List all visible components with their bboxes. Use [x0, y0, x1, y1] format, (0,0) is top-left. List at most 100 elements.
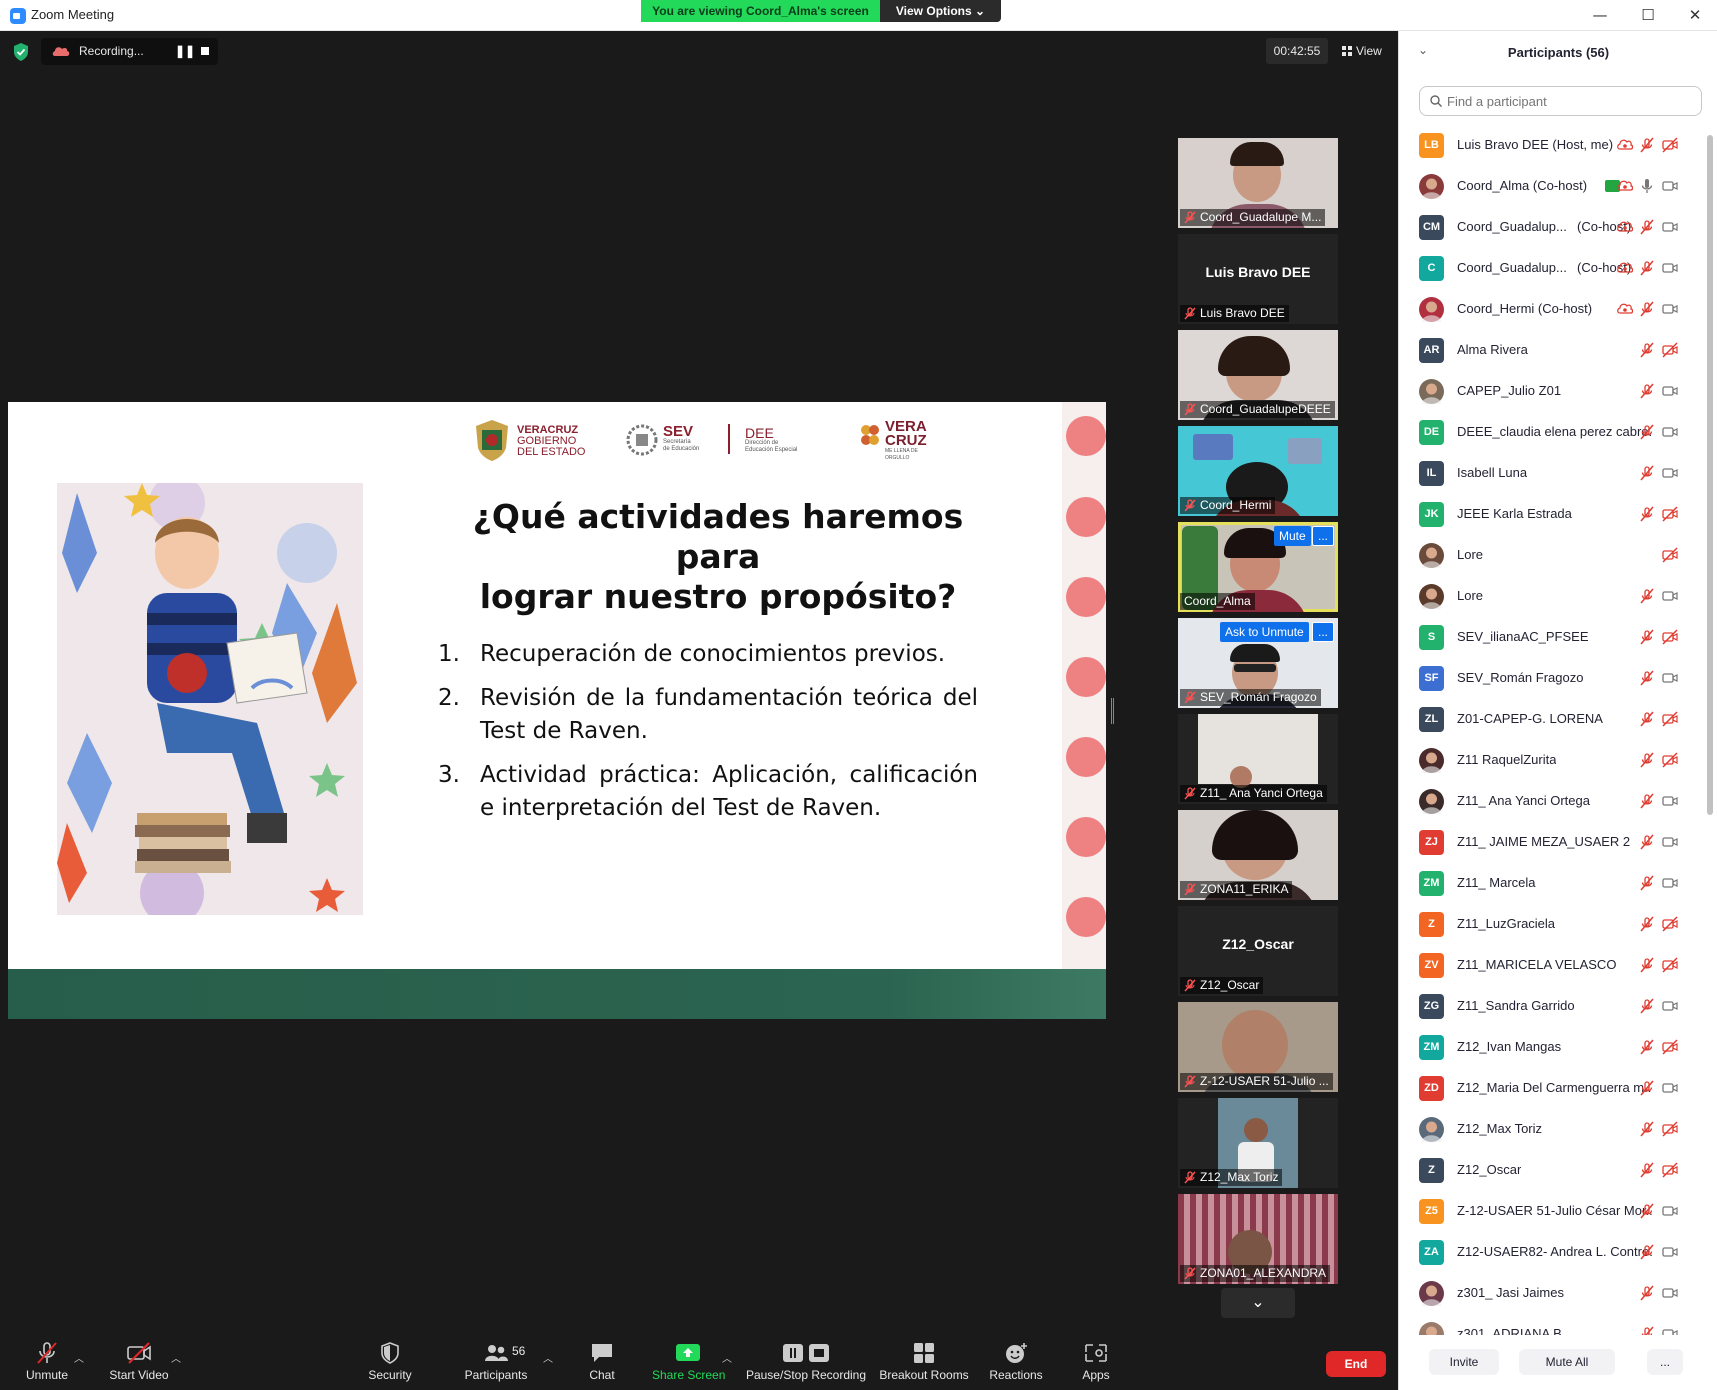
participant-row[interactable]: ZD Z12_Maria Del Carmenguerra m...	[1399, 1068, 1704, 1109]
video-icon[interactable]	[1662, 424, 1678, 440]
tile-more-button[interactable]: ...	[1312, 526, 1334, 546]
video-tile[interactable]: Z12_Oscar Z12_Oscar	[1178, 906, 1338, 996]
video-tile[interactable]: Z-12-USAER 51-Julio ...	[1178, 1002, 1338, 1092]
participant-row[interactable]: C Coord_Guadalup... (Co-host)	[1399, 248, 1704, 289]
muted-mic-icon[interactable]	[1639, 1080, 1655, 1096]
muted-mic-icon[interactable]	[1639, 1162, 1655, 1178]
invite-button[interactable]: Invite	[1429, 1349, 1499, 1375]
participants-options-caret[interactable]: ︿	[543, 1350, 553, 1365]
video-icon[interactable]	[1662, 793, 1678, 809]
participant-row[interactable]: ZA Z12-USAER82- Andrea L. Contre...	[1399, 1232, 1704, 1273]
participant-row[interactable]: S SEV_ilianaAC_PFSEE	[1399, 617, 1704, 658]
minimize-button[interactable]: —	[1580, 3, 1620, 27]
video-icon[interactable]	[1662, 1326, 1678, 1335]
video-off-icon[interactable]	[1662, 137, 1678, 153]
muted-mic-icon[interactable]	[1639, 957, 1655, 973]
participant-row[interactable]: ZV Z11_MARICELA VELASCO	[1399, 945, 1704, 986]
video-tile[interactable]: ZONA11_ERIKA	[1178, 810, 1338, 900]
participant-row[interactable]: CM Coord_Guadalup... (Co-host)	[1399, 207, 1704, 248]
video-icon[interactable]	[1662, 260, 1678, 276]
video-off-icon[interactable]	[1662, 957, 1678, 973]
maximize-button[interactable]: ☐	[1628, 3, 1668, 27]
apps-button[interactable]: Apps	[1074, 1330, 1118, 1390]
view-button[interactable]: View	[1334, 38, 1394, 64]
video-icon[interactable]	[1662, 875, 1678, 891]
participant-row[interactable]: ZL Z01-CAPEP-G. LORENA	[1399, 699, 1704, 740]
participant-row[interactable]: Coord_Hermi (Co-host)	[1399, 289, 1704, 330]
video-tile[interactable]: ZONA01_ALEXANDRA	[1178, 1194, 1338, 1284]
muted-mic-icon[interactable]	[1639, 629, 1655, 645]
unmute-button[interactable]: Unmute	[16, 1330, 78, 1390]
muted-mic-icon[interactable]	[1639, 1285, 1655, 1301]
search-input[interactable]	[1447, 91, 1697, 111]
participant-row[interactable]: ZM Z11_ Marcela	[1399, 863, 1704, 904]
share-screen-button[interactable]: Share Screen	[652, 1330, 725, 1390]
reactions-button[interactable]: Reactions	[986, 1330, 1046, 1390]
shield-icon[interactable]	[12, 42, 30, 62]
muted-mic-icon[interactable]	[1639, 219, 1655, 235]
muted-mic-icon[interactable]	[1639, 1203, 1655, 1219]
video-icon[interactable]	[1662, 670, 1678, 686]
close-window-button[interactable]: ✕	[1675, 3, 1715, 27]
muted-mic-icon[interactable]	[1639, 711, 1655, 727]
participant-row[interactable]: ZM Z12_Ivan Mangas	[1399, 1027, 1704, 1068]
participant-row[interactable]: Coord_Alma (Co-host)	[1399, 166, 1704, 207]
participant-row[interactable]: Lore	[1399, 576, 1704, 617]
participant-row[interactable]: JK JEEE Karla Estrada	[1399, 494, 1704, 535]
breakout-rooms-button[interactable]: Breakout Rooms	[878, 1330, 970, 1390]
muted-mic-icon[interactable]	[1639, 670, 1655, 686]
participant-row[interactable]: Z Z11_LuzGraciela	[1399, 904, 1704, 945]
muted-mic-icon[interactable]	[1639, 793, 1655, 809]
video-off-icon[interactable]	[1662, 1039, 1678, 1055]
muted-mic-icon[interactable]	[1639, 506, 1655, 522]
view-options-button[interactable]: View Options ⌄	[880, 0, 1001, 22]
participant-row[interactable]: ZJ Z11_ JAIME MEZA_USAER 2	[1399, 822, 1704, 863]
video-icon[interactable]	[1662, 219, 1678, 235]
video-tile[interactable]: Coord_Guadalupe M...	[1178, 138, 1338, 228]
video-icon[interactable]	[1662, 1080, 1678, 1096]
participant-row[interactable]: CAPEP_Julio Z01	[1399, 371, 1704, 412]
pause-recording-icon[interactable]: ❚❚	[175, 44, 195, 58]
muted-mic-icon[interactable]	[1639, 998, 1655, 1014]
participants-button[interactable]: Participants 56	[460, 1330, 532, 1390]
end-meeting-button[interactable]: End	[1326, 1351, 1386, 1377]
muted-mic-icon[interactable]	[1639, 1244, 1655, 1260]
muted-mic-icon[interactable]	[1639, 588, 1655, 604]
muted-mic-icon[interactable]	[1639, 834, 1655, 850]
video-off-icon[interactable]	[1662, 1162, 1678, 1178]
panel-more-button[interactable]: ...	[1647, 1349, 1683, 1375]
participant-row[interactable]: Z Z12_Oscar	[1399, 1150, 1704, 1191]
participant-row[interactable]: Z11 RaquelZurita	[1399, 740, 1704, 781]
video-off-icon[interactable]	[1662, 342, 1678, 358]
pause-stop-recording-button[interactable]: Pause/Stop Recording	[742, 1330, 870, 1390]
mic-icon[interactable]	[1639, 178, 1655, 194]
muted-mic-icon[interactable]	[1639, 342, 1655, 358]
participant-row[interactable]: Z12_Max Toriz	[1399, 1109, 1704, 1150]
video-tile[interactable]: Coord_GuadalupeDEEE	[1178, 330, 1338, 420]
muted-mic-icon[interactable]	[1639, 875, 1655, 891]
start-video-button[interactable]: Start Video	[104, 1330, 174, 1390]
chat-button[interactable]: Chat	[580, 1330, 624, 1390]
mute-participant-button[interactable]: Mute	[1274, 526, 1311, 546]
participant-row[interactable]: SF SEV_Román Fragozo	[1399, 658, 1704, 699]
share-options-caret[interactable]: ︿	[722, 1350, 732, 1365]
security-button[interactable]: Security	[360, 1330, 420, 1390]
muted-mic-icon[interactable]	[1639, 916, 1655, 932]
mute-all-button[interactable]: Mute All	[1519, 1349, 1615, 1375]
participant-row[interactable]: Z5 Z-12-USAER 51-Julio César Mor...	[1399, 1191, 1704, 1232]
participant-list-scrollbar[interactable]	[1706, 125, 1714, 1340]
muted-mic-icon[interactable]	[1639, 1326, 1655, 1335]
participant-row[interactable]: LB Luis Bravo DEE (Host, me)	[1399, 125, 1704, 166]
video-icon[interactable]	[1662, 588, 1678, 604]
video-icon[interactable]	[1662, 1285, 1678, 1301]
video-icon[interactable]	[1662, 301, 1678, 317]
video-off-icon[interactable]	[1662, 506, 1678, 522]
video-icon[interactable]	[1662, 383, 1678, 399]
video-off-icon[interactable]	[1662, 711, 1678, 727]
video-tile-active-speaker[interactable]: Mute ... Coord_Alma	[1178, 522, 1338, 612]
participant-row[interactable]: DE DEEE_claudia elena perez cabre...	[1399, 412, 1704, 453]
participant-row[interactable]: Lore	[1399, 535, 1704, 576]
video-tile[interactable]: Luis Bravo DEE Luis Bravo DEE	[1178, 234, 1338, 324]
participant-row[interactable]: AR Alma Rivera	[1399, 330, 1704, 371]
participant-search[interactable]	[1419, 86, 1702, 116]
